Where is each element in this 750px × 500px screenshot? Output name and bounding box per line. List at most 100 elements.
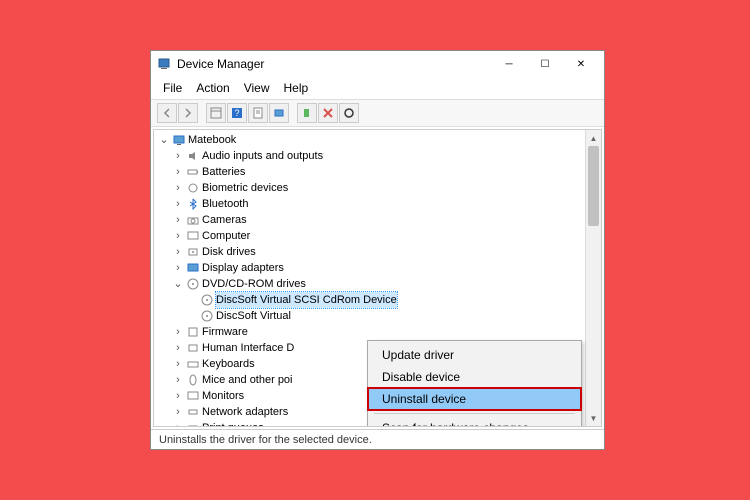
window-title: Device Manager [177,57,492,71]
back-button[interactable] [157,103,177,123]
tree-item-selected[interactable]: DiscSoft Virtual SCSI CdRom Device [158,292,597,308]
device-manager-window: Device Manager ─ ☐ ✕ File Action View He… [150,50,605,450]
biometric-icon [186,181,200,195]
tree-item[interactable]: › Computer [158,228,597,244]
collapse-icon[interactable]: ⌄ [158,132,170,148]
dvd-icon [200,293,214,307]
expand-icon[interactable]: › [172,388,184,404]
tree-item-label: Computer [202,228,250,244]
expand-icon[interactable]: › [172,244,184,260]
forward-button[interactable] [178,103,198,123]
dvd-icon [200,309,214,323]
expand-icon[interactable]: › [172,340,184,356]
menu-action[interactable]: Action [190,79,235,97]
expand-icon[interactable]: › [172,356,184,372]
scroll-down-icon[interactable]: ▼ [586,410,601,426]
tree-item[interactable]: › Batteries [158,164,597,180]
tree-item-label: Monitors [202,388,244,404]
firmware-icon [186,325,200,339]
tree-item-label: DVD/CD-ROM drives [202,276,306,292]
statusbar-text: Uninstalls the driver for the selected d… [159,434,372,446]
tree-item-label: Cameras [202,212,247,228]
mouse-icon [186,373,200,387]
device-tree-container: ⌄ Matebook › Audio inputs and outputs › Ba… [153,129,602,427]
tree-item[interactable]: › Cameras [158,212,597,228]
uninstall-button[interactable] [318,103,338,123]
hid-icon [186,341,200,355]
expand-icon[interactable]: › [172,196,184,212]
tree-item[interactable]: › Biometric devices [158,180,597,196]
tree-item-label: Biometric devices [202,180,288,196]
collapse-icon[interactable]: ⌄ [172,276,184,292]
expand-icon[interactable]: › [172,228,184,244]
menubar: File Action View Help [151,77,604,99]
context-update-driver[interactable]: Update driver [368,344,581,366]
expand-icon[interactable]: › [172,180,184,196]
expand-icon[interactable]: › [172,404,184,420]
tree-item[interactable]: › Display adapters [158,260,597,276]
menu-file[interactable]: File [157,79,188,97]
context-scan-hardware[interactable]: Scan for hardware changes [368,417,581,427]
context-menu: Update driver Disable device Uninstall d… [367,340,582,427]
expand-icon[interactable]: › [172,372,184,388]
tree-root[interactable]: ⌄ Matebook [158,132,597,148]
menu-view[interactable]: View [238,79,276,97]
scroll-thumb[interactable] [588,146,599,226]
tree-item-label: Batteries [202,164,245,180]
scan-button[interactable] [269,103,289,123]
tree-item-label: Firmware [202,324,248,340]
update-button[interactable] [339,103,359,123]
expand-icon[interactable]: › [172,324,184,340]
disk-icon [186,245,200,259]
toolbar-separator [199,103,205,123]
tree-item[interactable]: ›Disk drives [158,244,597,260]
tree-item[interactable]: › Bluetooth [158,196,597,212]
expand-icon[interactable]: › [172,148,184,164]
titlebar: Device Manager ─ ☐ ✕ [151,51,604,77]
properties-button[interactable] [248,103,268,123]
tree-item-label: Mice and other poi [202,372,293,388]
tree-item-label: Bluetooth [202,196,248,212]
tree-item-dvd[interactable]: ⌄ DVD/CD-ROM drives [158,276,597,292]
vertical-scrollbar[interactable]: ▲ ▼ [585,130,601,426]
tree-item[interactable]: › Audio inputs and outputs [158,148,597,164]
tree-item-label: Print queues [202,420,264,427]
context-disable-device[interactable]: Disable device [368,366,581,388]
tree-item-label: Keyboards [202,356,255,372]
show-hidden-button[interactable] [206,103,226,123]
toolbar: ? [151,99,604,127]
tree-item-label: Display adapters [202,260,284,276]
tree-item-label: Audio inputs and outputs [202,148,323,164]
expand-icon[interactable]: › [172,164,184,180]
menu-help[interactable]: Help [278,79,315,97]
audio-icon [186,149,200,163]
scroll-up-icon[interactable]: ▲ [586,130,601,146]
statusbar: Uninstalls the driver for the selected d… [151,429,604,449]
window-controls: ─ ☐ ✕ [492,53,598,75]
maximize-button[interactable]: ☐ [528,53,562,75]
context-uninstall-device[interactable]: Uninstall device [368,388,581,410]
expand-icon[interactable]: › [172,420,184,427]
context-separator [374,413,575,414]
expand-icon[interactable]: › [172,260,184,276]
help-button[interactable]: ? [227,103,247,123]
enable-button[interactable] [297,103,317,123]
tree-root-label: Matebook [188,132,236,148]
tree-item-label: Network adapters [202,404,288,420]
battery-icon [186,165,200,179]
bluetooth-icon [186,197,200,211]
expand-icon[interactable]: › [172,212,184,228]
close-button[interactable]: ✕ [564,53,598,75]
monitor-icon [186,389,200,403]
computer-icon [172,133,186,147]
keyboard-icon [186,357,200,371]
minimize-button[interactable]: ─ [492,53,526,75]
display-icon [186,261,200,275]
printer-icon [186,421,200,427]
network-icon [186,405,200,419]
tree-item[interactable]: › Firmware [158,324,597,340]
tree-item-label: DiscSoft Virtual SCSI CdRom Device [216,292,397,308]
app-icon [157,57,171,71]
svg-text:?: ? [234,108,239,118]
tree-item[interactable]: DiscSoft Virtual [158,308,597,324]
